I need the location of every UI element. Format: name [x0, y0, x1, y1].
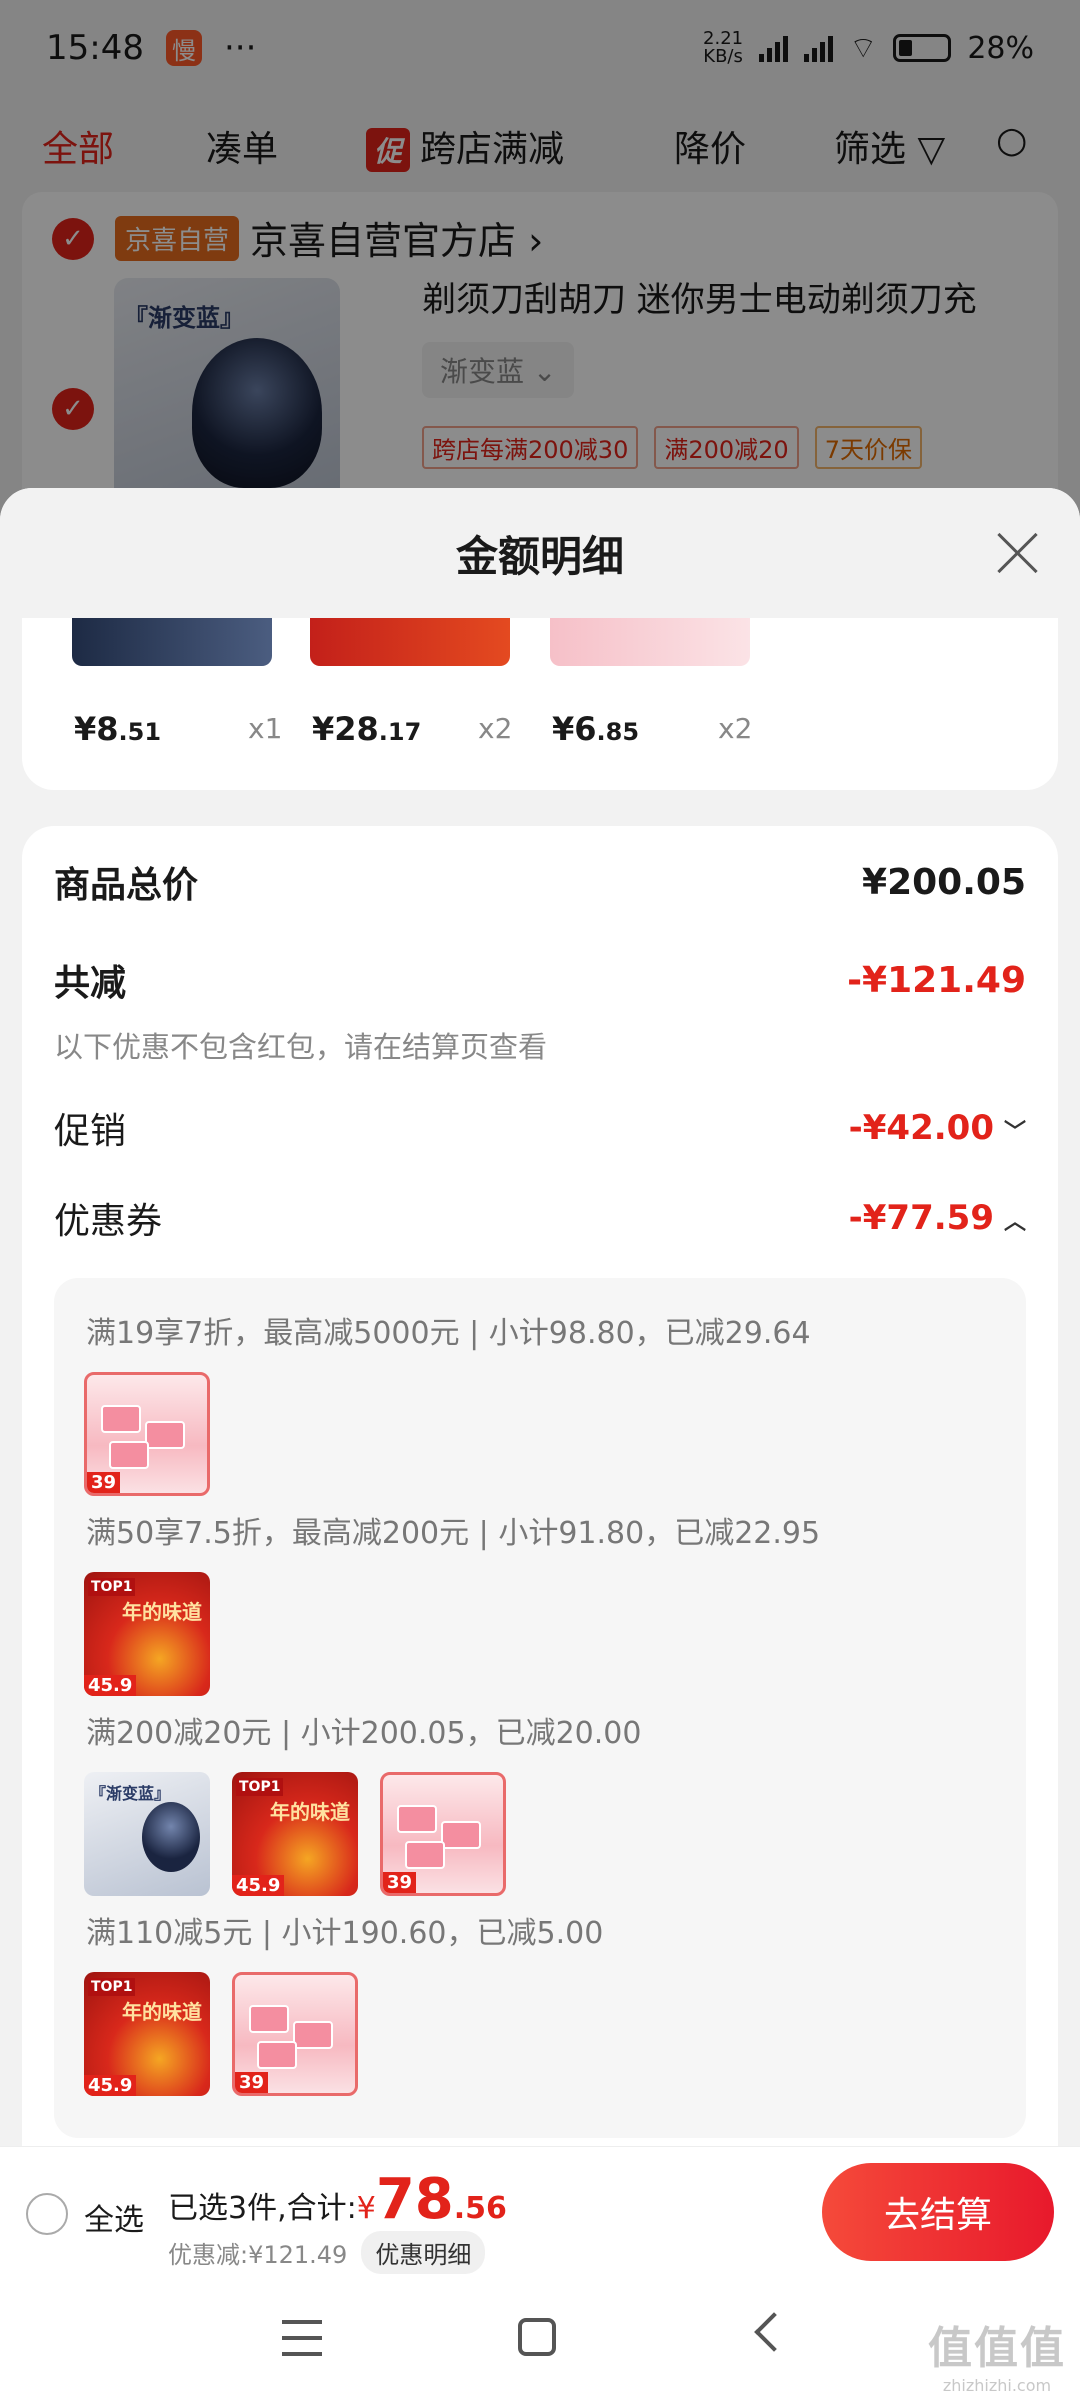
- item-price-dec: .85: [596, 718, 640, 746]
- price-badge: 45.9: [232, 1875, 285, 1896]
- system-nav-bar: [0, 2276, 1080, 2400]
- item-price-int: ¥8: [74, 710, 119, 748]
- coupon-item-thumb[interactable]: TOP1 年的味道 45.9: [84, 1972, 210, 2096]
- coupon-line: 满110减5元 | 小计190.60，已减5.00: [86, 1916, 604, 1951]
- total-reduce-label: 共减: [54, 963, 127, 1004]
- coupon-line: 满50享7.5折，最高减200元 | 小计91.80，已减22.95: [86, 1516, 821, 1551]
- watermark: 值值值 zhizhizhi.com: [928, 2312, 1066, 2395]
- coupon-item-thumb[interactable]: TOP1 年的味道 45.9: [84, 1572, 210, 1696]
- coupon-line: 满19享7折，最高减5000元 | 小计98.80，已减29.64: [86, 1316, 811, 1351]
- price-badge: 39: [235, 2072, 269, 2093]
- item-price: ¥8.51: [74, 710, 161, 748]
- coupon-line: 满200减20元 | 小计200.05，已减20.00: [86, 1716, 642, 1751]
- total-reduce-value: -¥121.49: [847, 959, 1026, 1001]
- amount-decimal: .56: [453, 2191, 507, 2226]
- coupon-details: 满19享7折，最高减5000元 | 小计98.80，已减29.64 39 满50…: [54, 1278, 1026, 2138]
- modal-overlay[interactable]: [0, 0, 1080, 520]
- checkout-button[interactable]: 去结算: [822, 2163, 1054, 2261]
- price-badge: 45.9: [84, 2075, 137, 2096]
- item-thumb[interactable]: [550, 618, 750, 666]
- close-icon[interactable]: [996, 530, 1040, 574]
- promotion-value: -¥42.00 ﹀: [849, 1108, 1026, 1148]
- thumb-title: 年的味道: [122, 2000, 202, 2024]
- price-badge: 39: [383, 1872, 417, 1893]
- coupon-amount: -¥77.59: [848, 1198, 994, 1238]
- menu-icon[interactable]: [282, 2320, 322, 2356]
- item-qty: x2: [718, 712, 753, 745]
- item-price: ¥28.17: [312, 710, 421, 748]
- coupon-label: 优惠券: [54, 1201, 163, 1242]
- coupon-item-thumb[interactable]: 『渐变蓝』: [84, 1772, 210, 1896]
- reduce-hint: 以下优惠不包含红包，请在结算页查看: [54, 1030, 548, 1064]
- watermark-url: zhizhizhi.com: [942, 2376, 1052, 2395]
- thumb-label: 『渐变蓝』: [90, 1784, 171, 1803]
- checkout-bar: 全选 已选3件,合计:¥78.56 优惠减:¥121.49 优惠明细 去结算: [0, 2146, 1080, 2276]
- total-price-label: 商品总价: [54, 865, 199, 906]
- coupon-value: -¥77.59 ︿: [849, 1198, 1026, 1238]
- selection-summary: 已选3件,合计:¥78.56: [168, 2167, 507, 2232]
- thumb-title: 年的味道: [270, 1800, 350, 1824]
- sheet-header: 金额明细: [0, 488, 1080, 618]
- item-price: ¥6.85: [552, 710, 639, 748]
- thumb-title: 年的味道: [122, 1600, 202, 1624]
- item-thumb[interactable]: [310, 618, 510, 666]
- top-tag: TOP1: [88, 1578, 136, 1596]
- item-price-int: ¥28: [312, 710, 379, 748]
- amount-detail-sheet: 金额明细 ¥8.51 x1 ¥28.17 x2 ¥6.85 x2 商品总价 ¥2…: [0, 488, 1080, 2162]
- amount-symbol: ¥: [356, 2191, 376, 2226]
- summary-prefix: 已选3件,合计:: [168, 2191, 357, 2226]
- select-all-label[interactable]: 全选: [84, 2195, 144, 2239]
- sheet-title: 金额明细: [455, 531, 624, 581]
- total-price-value: ¥200.05: [862, 861, 1026, 903]
- coupon-item-thumb[interactable]: TOP1 年的味道 45.9: [232, 1772, 358, 1896]
- select-all-radio[interactable]: [26, 2193, 68, 2235]
- price-badge: 39: [87, 1472, 121, 1493]
- coupon-item-thumb[interactable]: 39: [84, 1372, 210, 1496]
- selected-items-strip: ¥8.51 x1 ¥28.17 x2 ¥6.85 x2: [22, 618, 1058, 790]
- item-price-int: ¥6: [552, 710, 597, 748]
- discount-text: 优惠减:¥121.49: [168, 2241, 348, 2269]
- coupon-row[interactable]: 优惠券 -¥77.59 ︿: [54, 1192, 1026, 1244]
- item-qty: x1: [248, 712, 283, 745]
- coupon-item-thumb[interactable]: 39: [232, 1972, 358, 2096]
- item-thumb[interactable]: [72, 618, 272, 666]
- item-price-dec: .51: [118, 718, 162, 746]
- top-tag: TOP1: [236, 1778, 284, 1796]
- amount-integer: 78: [375, 2167, 454, 2232]
- promotion-amount: -¥42.00: [848, 1108, 994, 1148]
- top-tag: TOP1: [88, 1978, 136, 1996]
- promotion-row[interactable]: 促销 -¥42.00 ﹀: [54, 1102, 1026, 1154]
- chevron-up-icon: ︿: [1003, 1209, 1026, 1235]
- amount-breakdown-card: 商品总价 ¥200.05 共减 -¥121.49 以下优惠不包含红包，请在结算页…: [22, 826, 1058, 2162]
- item-qty: x2: [478, 712, 513, 745]
- promotion-label: 促销: [54, 1111, 127, 1152]
- home-icon[interactable]: [518, 2318, 556, 2356]
- watermark-logo: 值值值: [928, 2323, 1066, 2374]
- chevron-down-icon: ﹀: [1003, 1119, 1026, 1145]
- price-badge: 45.9: [84, 1675, 137, 1696]
- total-price-row: 商品总价 ¥200.05: [54, 856, 1026, 908]
- item-price-dec: .17: [378, 718, 422, 746]
- discount-row: 优惠减:¥121.49 优惠明细: [168, 2231, 486, 2274]
- total-reduce-row: 共减 -¥121.49: [54, 954, 1026, 1006]
- back-icon[interactable]: [754, 2312, 794, 2352]
- discount-detail-button[interactable]: 优惠明细: [361, 2231, 486, 2274]
- coupon-item-thumb[interactable]: 39: [380, 1772, 506, 1896]
